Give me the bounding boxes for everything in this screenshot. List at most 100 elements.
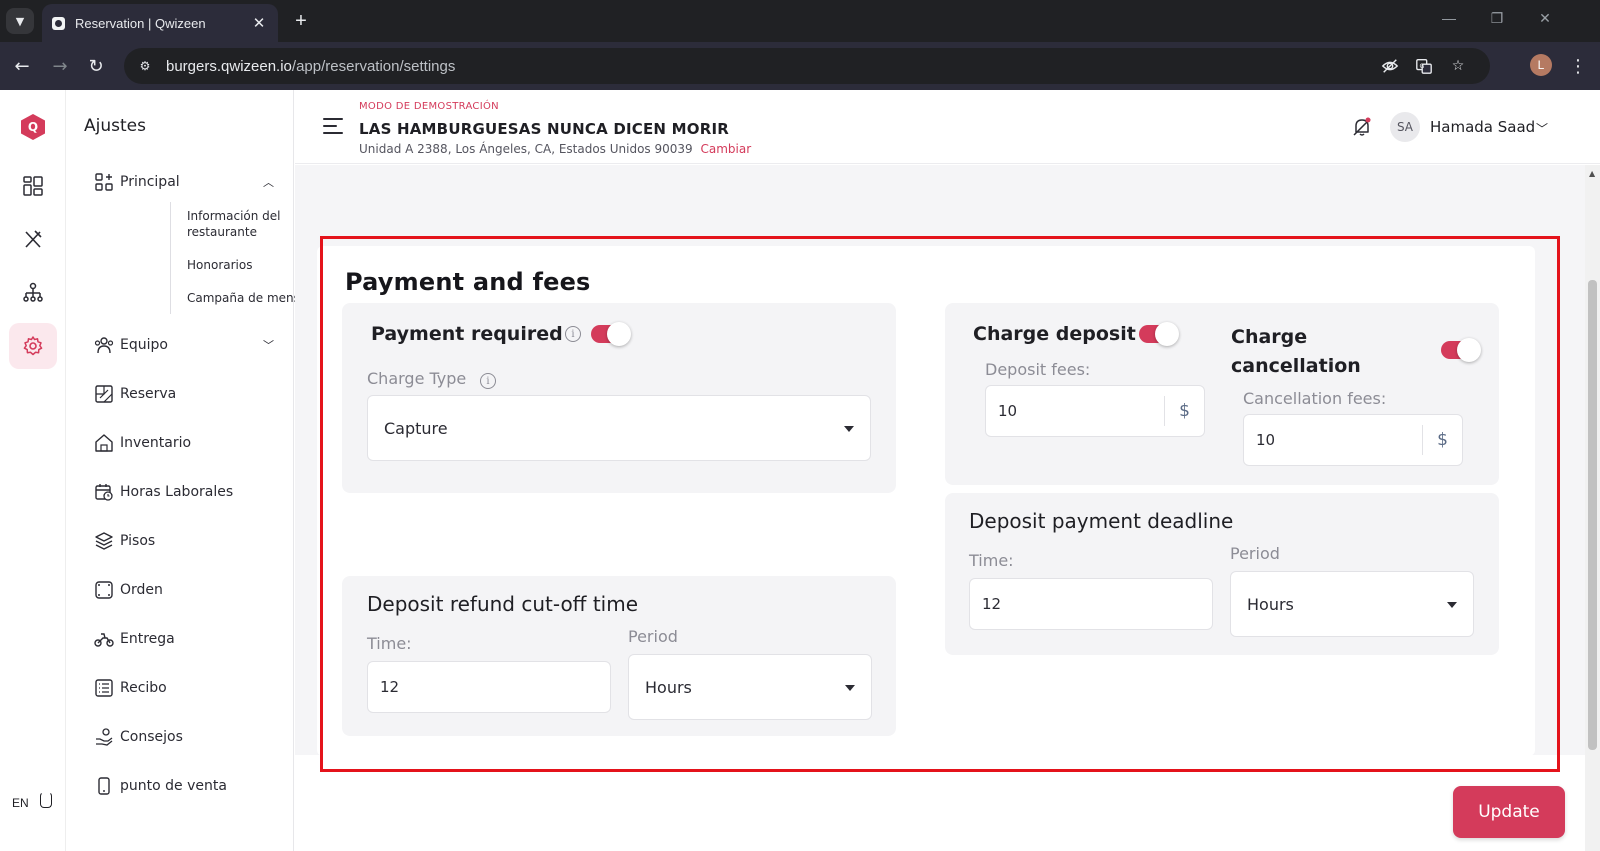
reload-icon[interactable]: ↻ — [84, 54, 108, 78]
user-menu-chevron-down-icon[interactable]: ﹀ — [1536, 120, 1548, 137]
refund-time-label: Time: — [367, 634, 412, 653]
charge-deposit-panel: Charge deposit Deposit fees: $ Charge ca… — [945, 303, 1499, 485]
nav-entrega-label: Entrega — [120, 631, 175, 647]
caret-down-icon — [844, 426, 854, 432]
deposit-deadline-title: Deposit payment deadline — [969, 509, 1234, 533]
main-content: Payment and fees Payment required i Char… — [295, 165, 1585, 851]
user-avatar[interactable]: SA — [1390, 112, 1420, 142]
payment-required-toggle[interactable] — [591, 322, 631, 346]
bookmark-star-icon[interactable]: ☆ — [1448, 56, 1468, 76]
dashboard-icon[interactable] — [9, 163, 57, 209]
site-settings-icon[interactable]: ⚙ — [136, 57, 154, 75]
store-name: LAS HAMBURGUESAS NUNCA DICEN MORIR — [359, 120, 729, 138]
deadline-period-select[interactable]: Hours — [1230, 571, 1474, 637]
nav-horas-laborales[interactable]: Horas Laborales — [94, 478, 274, 506]
deposit-refund-panel: Deposit refund cut-off time Time: Period… — [342, 576, 896, 736]
browser-tab-strip: ▼ Reservation | Qwizeen ✕ + — ❐ ✕ — [0, 0, 1600, 42]
nav-reserva[interactable]: Reserva — [94, 380, 274, 408]
store-address-text: Unidad A 2388, Los Ángeles, CA, Estados … — [359, 142, 693, 156]
fullscreen-icon[interactable] — [40, 792, 52, 808]
menu-hamburger-icon[interactable] — [323, 118, 343, 134]
nav-inventario[interactable]: Inventario — [94, 429, 274, 457]
hand-coin-icon — [94, 727, 114, 747]
tab-close-icon[interactable]: ✕ — [250, 14, 268, 32]
payment-fees-card: Payment and fees Payment required i Char… — [317, 246, 1535, 756]
user-name[interactable]: Hamada Saad — [1430, 118, 1535, 136]
nav-consejos-label: Consejos — [120, 729, 183, 745]
change-store-link[interactable]: Cambiar — [701, 142, 752, 156]
cancellation-fees-input[interactable]: $ — [1243, 414, 1463, 466]
charge-type-value: Capture — [384, 418, 448, 438]
refund-period-select[interactable]: Hours — [628, 654, 872, 720]
profile-avatar[interactable]: L — [1530, 54, 1552, 76]
payment-required-info-icon[interactable]: i — [565, 326, 581, 342]
restore-window-icon[interactable]: ❐ — [1482, 10, 1512, 27]
new-tab-plus-icon[interactable]: + — [288, 8, 314, 34]
content-footer-area — [295, 755, 1585, 851]
scroll-up-arrow-icon[interactable]: ▲ — [1589, 169, 1595, 178]
nav-punto-de-venta[interactable]: punto de venta — [94, 772, 274, 800]
payment-fees-title: Payment and fees — [345, 268, 591, 296]
qwizeen-favicon-icon — [52, 16, 65, 30]
charge-type-info-icon[interactable]: i — [480, 373, 496, 389]
charge-deposit-label: Charge deposit — [973, 323, 1136, 345]
reservation-icon — [94, 384, 114, 404]
browser-tab[interactable]: Reservation | Qwizeen ✕ — [42, 4, 278, 42]
nav-orden[interactable]: Orden — [94, 576, 274, 604]
org-chart-icon[interactable] — [9, 270, 57, 316]
refund-time-input[interactable] — [367, 661, 611, 713]
url-host: burgers.qwizeen.io — [166, 57, 292, 75]
minimize-window-icon[interactable]: — — [1434, 10, 1464, 26]
url-text[interactable]: burgers.qwizeen.io/app/reservation/setti… — [166, 58, 455, 75]
deposit-refund-title: Deposit refund cut-off time — [367, 592, 639, 616]
notifications-off-bell-icon[interactable] — [1351, 116, 1373, 138]
back-arrow-icon[interactable]: ← — [10, 54, 34, 78]
close-window-icon[interactable]: ✕ — [1530, 10, 1560, 27]
charge-cancellation-toggle[interactable] — [1441, 338, 1481, 362]
settings-gear-icon[interactable] — [9, 323, 57, 369]
nav-entrega[interactable]: Entrega — [94, 625, 274, 653]
chevron-down-icon[interactable]: ﹀ — [263, 337, 274, 353]
language-selector[interactable]: EN — [12, 796, 29, 810]
nav-consejos[interactable]: Consejos — [94, 723, 274, 751]
tab-search-chevron-icon[interactable]: ▼ — [6, 8, 34, 34]
tracking-protection-eye-off-icon[interactable] — [1380, 56, 1400, 76]
icon-rail: Q EN — [0, 90, 66, 851]
nav-principal[interactable]: Principal ︿ — [94, 168, 274, 196]
nav-inventario-label: Inventario — [120, 435, 192, 451]
nav-pos-label: punto de venta — [120, 778, 227, 794]
deposit-fees-input[interactable]: $ — [985, 385, 1205, 437]
app-root: Q EN Ajustes Principal ︿ Información del… — [0, 90, 1600, 851]
charge-cancellation-label: Charge cancellation — [1231, 326, 1361, 377]
qwizeen-logo[interactable]: Q — [21, 114, 45, 140]
grid-plus-icon — [94, 172, 114, 192]
scooter-icon — [94, 629, 114, 649]
scroll-thumb[interactable] — [1588, 280, 1597, 750]
translate-icon[interactable]: G — [1414, 56, 1434, 76]
cancellation-currency-symbol: $ — [1422, 425, 1462, 455]
caret-down-icon — [845, 685, 855, 691]
url-path: /app/reservation/settings — [291, 57, 456, 75]
fork-knife-icon[interactable] — [9, 216, 57, 262]
cancellation-fees-value[interactable] — [1244, 415, 1414, 465]
update-button[interactable]: Update — [1453, 786, 1565, 838]
content-scrollbar[interactable]: ▲ — [1585, 165, 1600, 851]
address-bar[interactable]: ⚙ burgers.qwizeen.io/app/reservation/set… — [124, 48, 1490, 84]
payment-required-label: Payment required — [371, 323, 563, 345]
nav-orden-label: Orden — [120, 582, 163, 598]
nav-pisos[interactable]: Pisos — [94, 527, 274, 555]
store-address: Unidad A 2388, Los Ángeles, CA, Estados … — [359, 142, 751, 156]
settings-sidenav: Ajustes Principal ︿ Información del rest… — [66, 90, 324, 851]
deposit-fees-label: Deposit fees: — [985, 360, 1091, 379]
deadline-time-input[interactable] — [969, 578, 1213, 630]
nav-equipo[interactable]: Equipo ﹀ — [94, 331, 274, 359]
deposit-fees-value[interactable] — [986, 386, 1156, 436]
charge-type-select[interactable]: Capture — [367, 395, 871, 461]
charge-deposit-toggle[interactable] — [1139, 322, 1179, 346]
tab-title: Reservation | Qwizeen — [75, 15, 206, 31]
nav-recibo[interactable]: Recibo — [94, 674, 274, 702]
forward-arrow-icon[interactable]: → — [48, 54, 72, 78]
chevron-up-icon[interactable]: ︿ — [263, 174, 274, 190]
demo-mode-label: MODO DE DEMOSTRACIÓN — [359, 101, 499, 112]
browser-menu-kebab-icon[interactable]: ⋮ — [1568, 54, 1588, 78]
